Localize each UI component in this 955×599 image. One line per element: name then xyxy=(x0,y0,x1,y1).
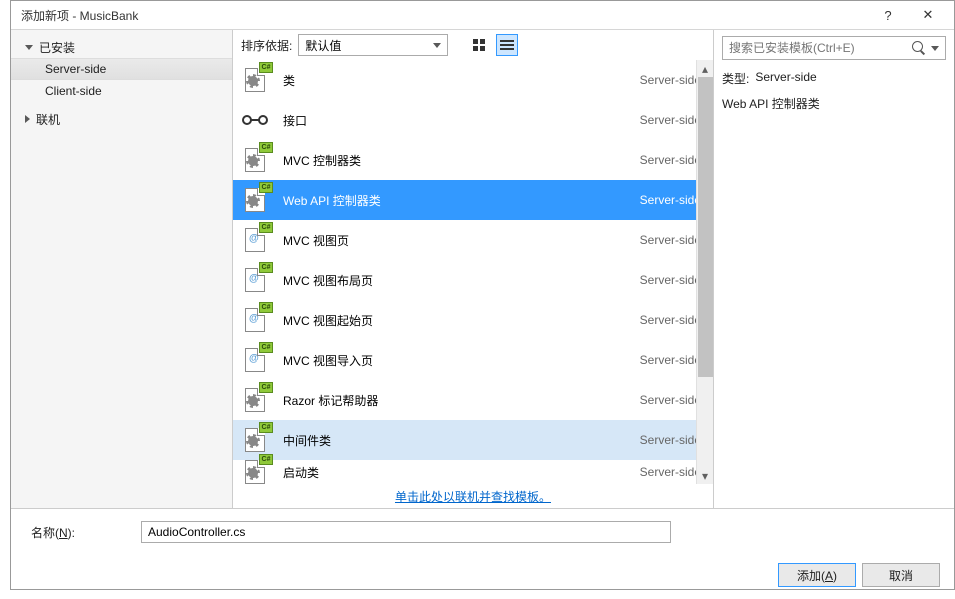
expand-icon xyxy=(25,45,33,50)
close-button[interactable]: ✕ xyxy=(908,1,948,29)
scrollbar[interactable]: ▴ ▾ xyxy=(696,60,713,484)
button-row: 添加(A) 取消 xyxy=(31,563,940,587)
template-tag: Server-side xyxy=(640,273,701,287)
template-row[interactable]: C# Web API 控制器类Server-side xyxy=(233,180,713,220)
name-label: 名称(N): xyxy=(31,524,121,541)
template-label: MVC 视图页 xyxy=(283,232,640,249)
cancel-button[interactable]: 取消 xyxy=(862,563,940,587)
template-tag: Server-side xyxy=(640,113,701,127)
template-row[interactable]: C# Razor 标记帮助器Server-side xyxy=(233,380,713,420)
razor-page-icon: @C# xyxy=(241,346,269,374)
category-sidebar: 已安装 Server-side Client-side 联机 xyxy=(11,30,233,508)
add-new-item-dialog: 添加新项 - MusicBank ? ✕ 已安装 Server-side Cli… xyxy=(10,0,955,590)
template-label: 接口 xyxy=(283,112,640,129)
add-button[interactable]: 添加(A) xyxy=(778,563,856,587)
upper-section: 已安装 Server-side Client-side 联机 排序依据: 默认值 xyxy=(11,30,954,509)
online-templates-link[interactable]: 单击此处以联机并查找模板。 xyxy=(395,488,551,505)
details-pane: 类型: Server-side Web API 控制器类 xyxy=(714,30,954,508)
scroll-down-icon[interactable]: ▾ xyxy=(697,467,713,484)
csharp-class-icon: C# xyxy=(241,186,269,214)
template-tag: Server-side xyxy=(640,465,701,479)
template-tag: Server-side xyxy=(640,233,701,247)
razor-page-icon: @C# xyxy=(241,226,269,254)
interface-icon xyxy=(241,106,269,134)
view-list-button[interactable] xyxy=(496,34,518,56)
template-label: MVC 控制器类 xyxy=(283,152,640,169)
template-tag: Server-side xyxy=(640,353,701,367)
template-label: MVC 视图导入页 xyxy=(283,352,640,369)
csharp-class-icon: C# xyxy=(241,458,269,484)
template-row[interactable]: C# 中间件类Server-side xyxy=(233,420,713,460)
template-list: C#类Server-side接口Server-sideC#MVC 控制器类Ser… xyxy=(233,60,713,484)
type-value: Server-side xyxy=(755,70,816,87)
template-label: MVC 视图起始页 xyxy=(283,312,640,329)
name-input[interactable] xyxy=(141,521,671,543)
template-label: 中间件类 xyxy=(283,432,640,449)
search-input[interactable] xyxy=(729,41,911,55)
sort-dropdown[interactable]: 默认值 xyxy=(298,34,448,56)
template-tag: Server-side xyxy=(640,433,701,447)
titlebar: 添加新项 - MusicBank ? ✕ xyxy=(11,1,954,30)
tree-installed[interactable]: 已安装 xyxy=(11,36,232,58)
chevron-down-icon xyxy=(433,43,441,48)
template-row[interactable]: C# MVC 控制器类Server-side xyxy=(233,140,713,180)
razor-page-icon: @C# xyxy=(241,306,269,334)
tree-online[interactable]: 联机 xyxy=(11,108,232,130)
tree-client-side[interactable]: Client-side xyxy=(11,80,232,102)
template-toolbar: 排序依据: 默认值 xyxy=(233,30,713,60)
template-label: Web API 控制器类 xyxy=(283,192,640,209)
csharp-class-icon: C# xyxy=(241,426,269,454)
list-icon xyxy=(500,40,514,50)
template-tag: Server-side xyxy=(640,393,701,407)
template-panel: 排序依据: 默认值 C#类Server-side接口Server-sideC#M… xyxy=(233,30,714,508)
type-label: 类型: xyxy=(722,70,749,87)
dialog-body: 已安装 Server-side Client-side 联机 排序依据: 默认值 xyxy=(11,30,954,599)
bottom-section: 名称(N): 添加(A) 取消 xyxy=(11,509,954,599)
sort-label: 排序依据: xyxy=(241,37,292,54)
template-row[interactable]: @C# MVC 视图布局页Server-side xyxy=(233,260,713,300)
tree-server-side[interactable]: Server-side xyxy=(11,58,232,80)
view-grid-button[interactable] xyxy=(468,34,490,56)
template-label: MVC 视图布局页 xyxy=(283,272,640,289)
csharp-class-icon: C# xyxy=(241,386,269,414)
scroll-up-icon[interactable]: ▴ xyxy=(697,60,713,77)
csharp-class-icon: C# xyxy=(241,66,269,94)
template-row[interactable]: @C# MVC 视图导入页Server-side xyxy=(233,340,713,380)
search-icon xyxy=(911,40,927,56)
search-box[interactable] xyxy=(722,36,946,60)
template-description: Web API 控制器类 xyxy=(722,95,820,112)
online-templates-link-row: 单击此处以联机并查找模板。 xyxy=(233,484,713,508)
csharp-class-icon: C# xyxy=(241,146,269,174)
expand-icon xyxy=(25,115,30,123)
template-label: 类 xyxy=(283,72,640,89)
template-row[interactable]: 接口Server-side xyxy=(233,100,713,140)
help-button[interactable]: ? xyxy=(868,1,908,29)
template-tag: Server-side xyxy=(640,193,701,207)
template-row[interactable]: C# 启动类Server-side xyxy=(233,460,713,484)
template-tag: Server-side xyxy=(640,313,701,327)
scroll-thumb[interactable] xyxy=(698,77,713,377)
grid-icon xyxy=(473,39,485,51)
template-label: 启动类 xyxy=(283,464,640,481)
razor-page-icon: @C# xyxy=(241,266,269,294)
name-row: 名称(N): xyxy=(31,521,940,543)
template-tag: Server-side xyxy=(640,153,701,167)
template-tag: Server-side xyxy=(640,73,701,87)
chevron-down-icon xyxy=(931,46,939,51)
template-row[interactable]: @C# MVC 视图页Server-side xyxy=(233,220,713,260)
template-label: Razor 标记帮助器 xyxy=(283,392,640,409)
template-row[interactable]: C# 类Server-side xyxy=(233,60,713,100)
template-row[interactable]: @C# MVC 视图起始页Server-side xyxy=(233,300,713,340)
window-title: 添加新项 - MusicBank xyxy=(21,7,868,24)
